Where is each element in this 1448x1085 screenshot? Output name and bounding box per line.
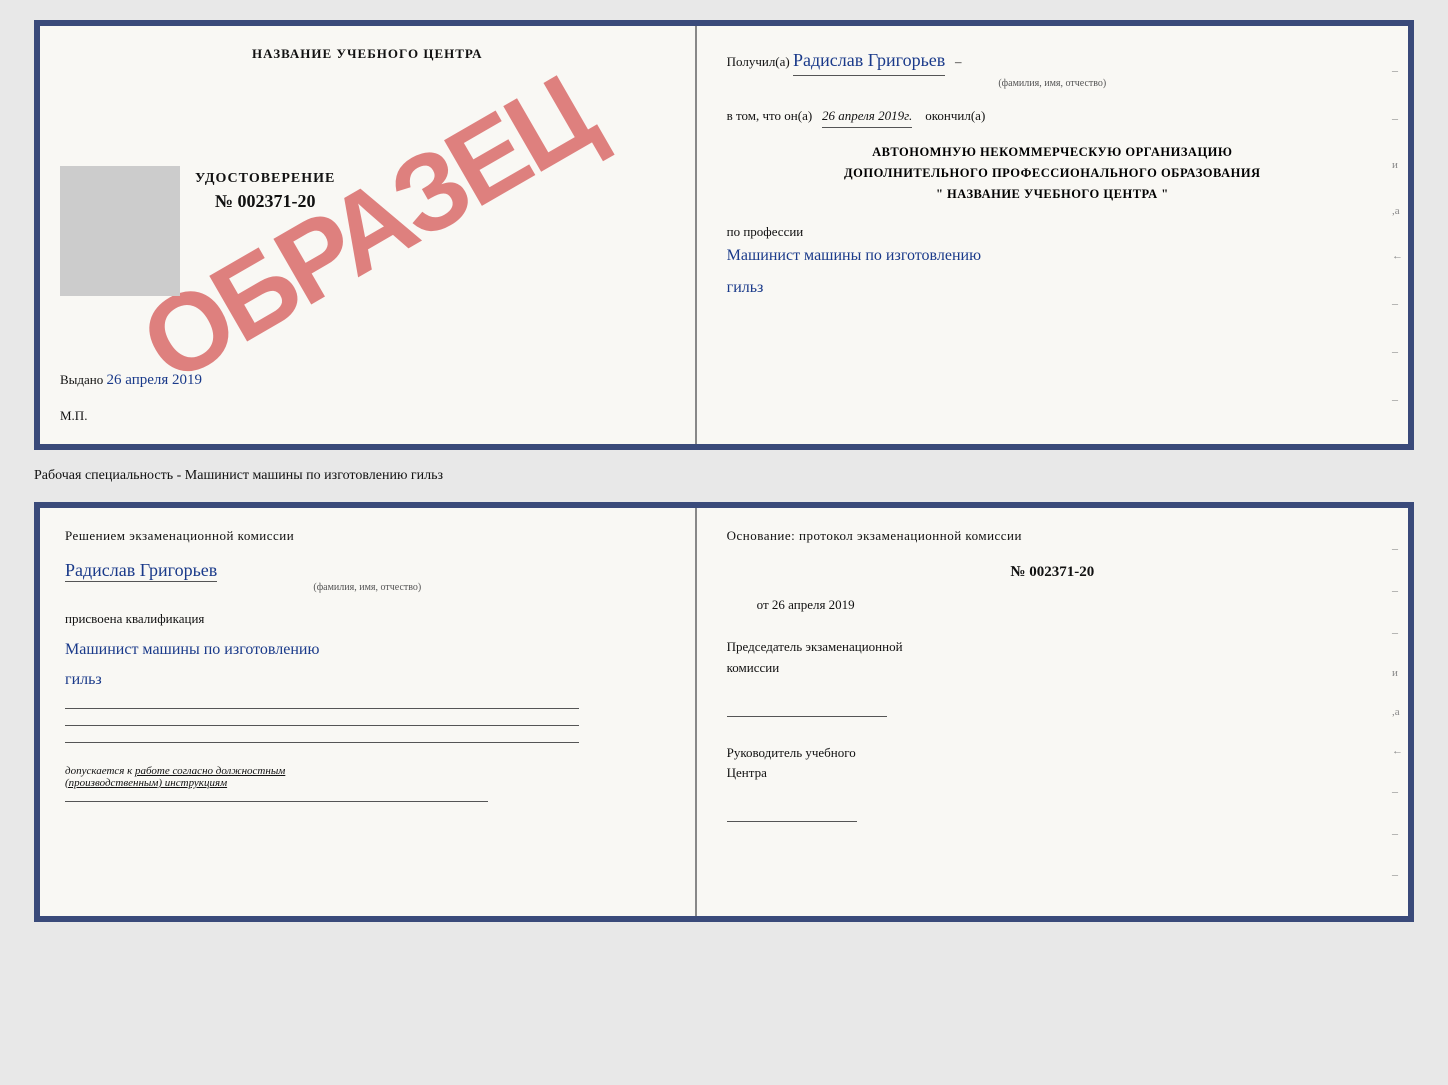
bottom-person-block: Радислав Григорьев (фамилия, имя, отчест… xyxy=(65,552,670,593)
допускается-block: допускается к работе согласно должностны… xyxy=(65,765,670,789)
issued-date: Выдано 26 апреля 2019 xyxy=(60,372,202,389)
org-text: АВТОНОМНУЮ НЕКОММЕРЧЕСКУЮ ОРГАНИЗАЦИЮ ДО… xyxy=(727,142,1378,206)
bottom-person-name: Радислав Григорьев xyxy=(65,560,217,582)
cert-block: УДОСТОВЕРЕНИЕ № 002371-20 xyxy=(195,171,335,212)
profession-value2: гильз xyxy=(727,279,764,296)
completed-field: в том, что он(а) 26 апреля 2019г. окончи… xyxy=(727,106,1378,128)
protocol-number: № 002371-20 xyxy=(727,564,1378,581)
bottom-document: Решением экзаменационной комиссии Радисл… xyxy=(34,502,1414,922)
qualification-value: Машинист машины по изготовлению xyxy=(65,635,670,665)
underline1 xyxy=(65,708,579,709)
profession-label: по профессии Машинист машины по изготовл… xyxy=(727,224,1378,304)
edu-center-title: НАЗВАНИЕ УЧЕБНОГО ЦЕНТРА xyxy=(252,46,483,62)
head-signature-line xyxy=(727,821,857,822)
qualification-block: Машинист машины по изготовлению гильз xyxy=(65,635,670,696)
underline4 xyxy=(65,801,488,802)
qualification-value2: гильз xyxy=(65,665,670,695)
issued-date-value: 26 апреля 2019 xyxy=(107,372,203,388)
chairman-signature-line xyxy=(727,716,887,717)
bottom-doc-right: Основание: протокол экзаменационной коми… xyxy=(697,508,1408,916)
top-doc-right: Получил(а) Радислав Григорьев – (фамилия… xyxy=(697,26,1408,444)
top-document: НАЗВАНИЕ УЧЕБНОГО ЦЕНТРА ОБРАЗЕЦ УДОСТОВ… xyxy=(34,20,1414,450)
underline3 xyxy=(65,742,579,743)
head-label: Руководитель учебного Центра xyxy=(727,743,1378,785)
qualification-assigned: присвоена квалификация xyxy=(65,611,670,627)
commission-title: Решением экзаменационной комиссии xyxy=(65,528,670,544)
photo-placeholder xyxy=(60,166,180,296)
foundation-label: Основание: протокол экзаменационной коми… xyxy=(727,528,1378,544)
underline2 xyxy=(65,725,579,726)
top-doc-left: НАЗВАНИЕ УЧЕБНОГО ЦЕНТРА ОБРАЗЕЦ УДОСТОВ… xyxy=(40,26,697,444)
cert-label: УДОСТОВЕРЕНИЕ xyxy=(195,171,335,187)
sidebar-marks-bottom: – – – и ,а ← – – – xyxy=(1392,508,1403,916)
received-field: Получил(а) Радислав Григорьев – (фамилия… xyxy=(727,46,1378,92)
protocol-date: от 26 апреля 2019 xyxy=(757,597,1378,613)
cert-number: № 002371-20 xyxy=(195,191,335,212)
chairman-label: Председатель экзаменационной комиссии xyxy=(727,637,1378,679)
sidebar-marks-top: – – и ,а ← – – – xyxy=(1392,26,1403,444)
profession-value: Машинист машины по изготовлению xyxy=(727,247,981,264)
person-name: Радислав Григорьев xyxy=(793,46,945,76)
bottom-doc-left: Решением экзаменационной комиссии Радисл… xyxy=(40,508,697,916)
middle-label: Рабочая специальность - Машинист машины … xyxy=(34,468,1414,484)
mp-label: М.П. xyxy=(60,408,87,424)
watermark: ОБРАЗЕЦ xyxy=(125,58,609,401)
completed-date: 26 апреля 2019г. xyxy=(822,106,912,128)
